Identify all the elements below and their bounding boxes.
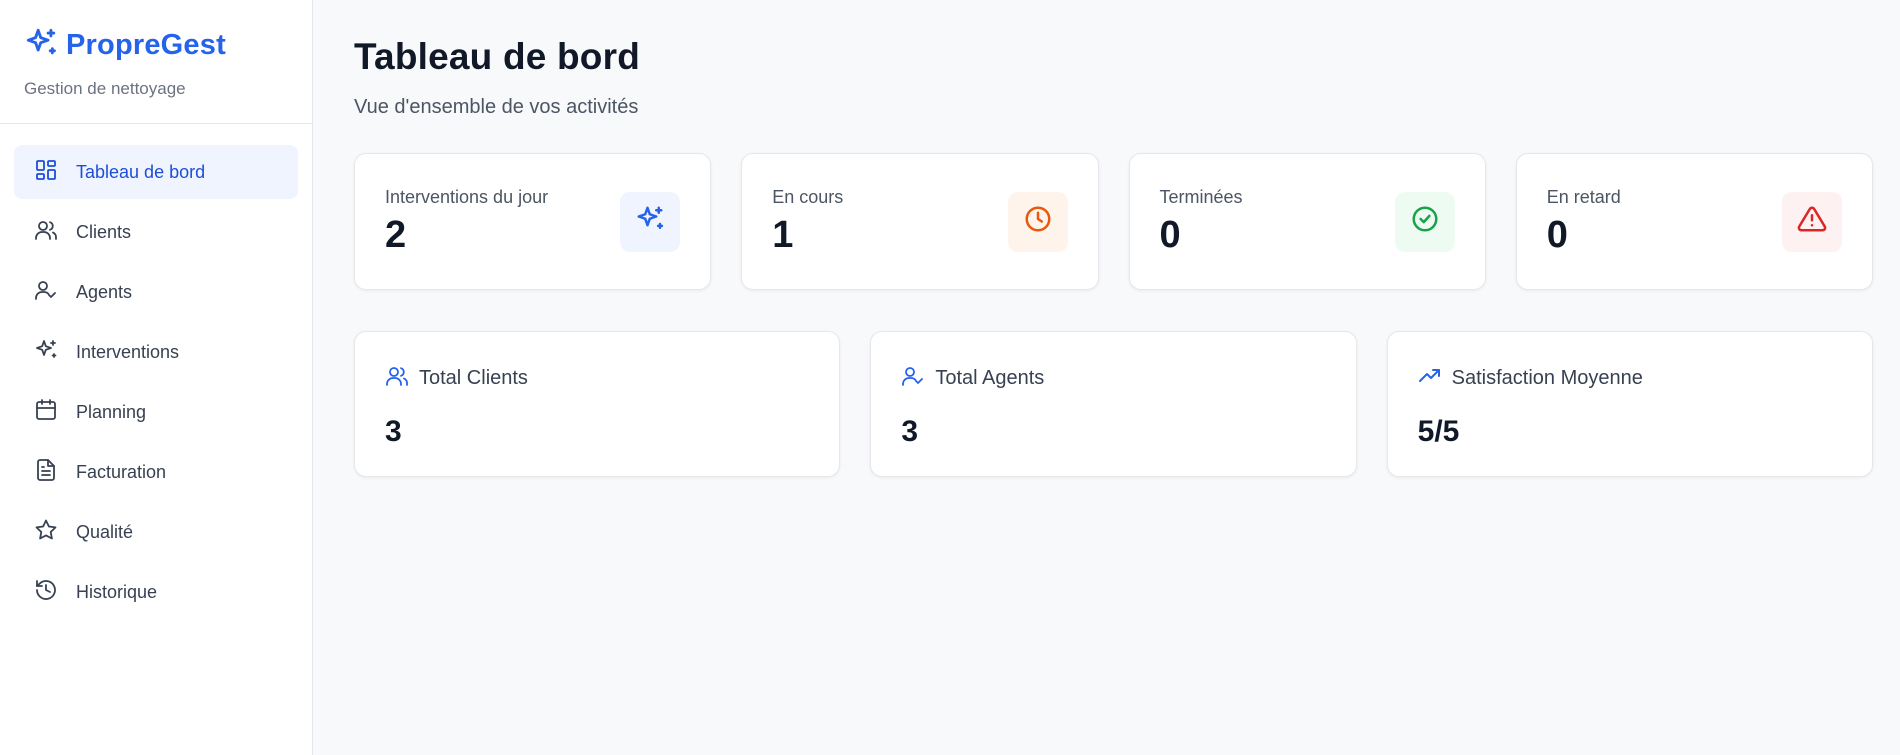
stat-card-en-retard[interactable]: En retard 0 — [1515, 153, 1873, 290]
stat-icon-box — [1782, 191, 1842, 252]
stat-value: 0 — [1159, 213, 1181, 256]
history-icon — [34, 578, 58, 607]
total-label: Total Clients — [419, 367, 528, 389]
sidebar-item-label: Tableau de bord — [76, 161, 206, 182]
sidebar-item-label: Planning — [76, 401, 147, 422]
total-head: Total Clients — [385, 364, 809, 393]
calendar-icon — [34, 398, 58, 427]
stat-text: En retard 0 — [1547, 187, 1621, 257]
brand-subtitle: Gestion de nettoyage — [24, 79, 186, 98]
sparkles-icon — [635, 204, 665, 239]
sidebar-item-label: Facturation — [76, 461, 167, 482]
star-icon — [34, 518, 58, 547]
sidebar-item-clients[interactable]: Clients — [14, 205, 298, 259]
sidebar-item-dashboard[interactable]: Tableau de bord — [14, 145, 298, 199]
stat-label: Interventions du jour — [385, 186, 549, 207]
brand-row[interactable]: PropreGest — [24, 26, 288, 65]
users-icon — [385, 364, 409, 393]
stat-label: En retard — [1546, 186, 1621, 207]
sidebar-item-label: Interventions — [76, 341, 180, 362]
sidebar-item-facturation[interactable]: Facturation — [14, 445, 298, 499]
stats-row: Interventions du jour 2 En cours 1 Termi… — [354, 153, 1873, 290]
brand-title: PropreGest — [66, 29, 226, 61]
clock-icon — [1023, 204, 1053, 239]
sidebar-item-label: Clients — [76, 221, 132, 242]
total-head: Satisfaction Moyenne — [1418, 364, 1842, 393]
total-value: 5/5 — [1417, 415, 1460, 448]
sidebar-item-label: Qualité — [76, 521, 134, 542]
sidebar-item-historique[interactable]: Historique — [14, 565, 298, 619]
stat-icon-box — [1394, 191, 1455, 252]
total-card-agents[interactable]: Total Agents 3 — [870, 331, 1357, 477]
totals-row: Total Clients 3 Total Agents 3 Satisfact… — [354, 331, 1873, 477]
total-label: Satisfaction Moyenne — [1451, 367, 1643, 389]
stat-text: Interventions du jour 2 — [385, 187, 548, 257]
stat-label: En cours — [772, 186, 844, 207]
stat-icon-box — [1007, 191, 1068, 252]
main-content: Tableau de bord Vue d'ensemble de vos ac… — [313, 0, 1900, 755]
stat-value: 2 — [385, 213, 407, 256]
stat-value: 1 — [772, 213, 794, 256]
sidebar-item-agents[interactable]: Agents — [14, 265, 298, 319]
sparkles-icon — [24, 26, 58, 65]
sidebar-item-label: Historique — [76, 581, 158, 602]
stat-icon-box — [620, 191, 681, 252]
brand: PropreGest Gestion de nettoyage — [0, 0, 312, 124]
user-check-icon — [34, 278, 58, 307]
users-icon — [34, 218, 58, 247]
stat-card-en-cours[interactable]: En cours 1 — [741, 153, 1099, 290]
check-circle-icon — [1410, 204, 1440, 239]
page-title: Tableau de bord — [354, 36, 641, 77]
sidebar-item-planning[interactable]: Planning — [14, 385, 298, 439]
sparkles-icon — [34, 338, 58, 367]
alert-triangle-icon — [1797, 204, 1827, 239]
total-card-satisfaction[interactable]: Satisfaction Moyenne 5/5 — [1386, 331, 1873, 477]
dashboard-icon — [34, 158, 58, 187]
stat-value: 0 — [1546, 213, 1568, 256]
total-card-clients[interactable]: Total Clients 3 — [354, 331, 841, 477]
total-value: 3 — [901, 415, 919, 448]
stat-card-interventions[interactable]: Interventions du jour 2 — [354, 153, 712, 290]
page-subtitle: Vue d'ensemble de vos activités — [354, 96, 639, 118]
user-check-icon — [901, 364, 925, 393]
sidebar-item-interventions[interactable]: Interventions — [14, 325, 298, 379]
stat-text: En cours 1 — [772, 187, 843, 257]
stat-card-terminees[interactable]: Terminées 0 — [1128, 153, 1486, 290]
total-label: Total Agents — [935, 367, 1045, 389]
total-head: Total Agents — [901, 364, 1325, 393]
file-text-icon — [34, 458, 58, 487]
total-value: 3 — [385, 415, 402, 448]
stat-text: Terminées 0 — [1160, 187, 1243, 257]
sidebar-item-qualite[interactable]: Qualité — [14, 505, 298, 559]
sidebar-nav: Tableau de bord Clients Agents Intervent… — [0, 124, 312, 619]
sidebar: PropreGest Gestion de nettoyage Tableau … — [0, 0, 313, 755]
stat-label: Terminées — [1159, 186, 1243, 207]
sidebar-item-label: Agents — [76, 281, 133, 302]
trending-up-icon — [1418, 364, 1442, 393]
